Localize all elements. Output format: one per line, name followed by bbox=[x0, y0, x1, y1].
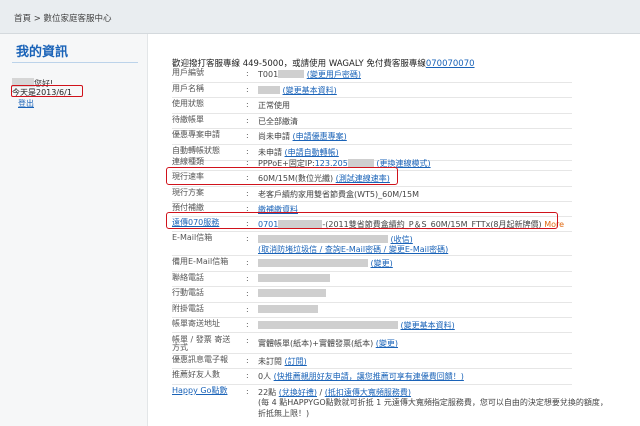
redacted-block bbox=[278, 70, 305, 78]
row-current-plan: 現行方案: 老客戶續約家用雙省節費盒(WT5)_60M/15M bbox=[172, 188, 419, 200]
row-label: 自動轉帳狀態 bbox=[172, 146, 220, 155]
row-label: 備用E-Mail信箱 bbox=[172, 257, 229, 266]
happygo-note-line1: (每 4 點HAPPYGO點數就可折抵 1 元遠傳大寬頻指定服務費，您可以自由的… bbox=[258, 398, 608, 407]
check-mail-link[interactable]: (收信) bbox=[391, 235, 413, 244]
current-plan-value: 老客戶續約家用雙省節費盒(WT5)_60M/15M bbox=[258, 190, 419, 199]
breadcrumb: 首頁 > 數位家庭客服中心 bbox=[0, 0, 640, 34]
happygo-link[interactable]: Happy Go點數 bbox=[172, 387, 234, 395]
row-label: 帳單寄送地址 bbox=[172, 319, 220, 328]
row-divider bbox=[172, 332, 572, 333]
row-label: 使用狀態 bbox=[172, 99, 204, 108]
row-backup-email: 備用E-Mail信箱: (變更) bbox=[172, 257, 393, 269]
row-label: 優惠訊息電子報 bbox=[172, 355, 228, 364]
row-mobile-phone: 行動電話: bbox=[172, 287, 572, 302]
redacted-block bbox=[258, 321, 398, 329]
row-label: 現行方案 bbox=[172, 188, 204, 197]
row-extension-phone: 附掛電話: bbox=[172, 303, 572, 318]
row-label: 聯絡電話 bbox=[172, 273, 204, 282]
redacted-block bbox=[258, 259, 368, 267]
change-address-link[interactable]: (變更基本資料) bbox=[401, 321, 455, 330]
row-referrals: 推薦好友人數: 0人 (快推薦親朋好友申請，讓您推薦可享有連優費回饋！) bbox=[172, 370, 464, 382]
row-label: 附掛電話 bbox=[172, 304, 204, 313]
row-user-name: 用戶名稱: (變更基本資料) bbox=[172, 84, 337, 96]
row-email: E-Mail信箱: (收信) (取消防堵垃圾信 / 查詢E-Mail密碼 / 變… bbox=[172, 233, 449, 255]
row-label: 推薦好友人數 bbox=[172, 370, 220, 379]
sidebar-divider bbox=[12, 62, 138, 63]
row-label: 連線種類 bbox=[172, 157, 204, 166]
redacted-block bbox=[258, 235, 388, 243]
redeem-gift-link[interactable]: (兌換好禮) bbox=[279, 388, 317, 397]
email-settings-links[interactable]: (取消防堵垃圾信 / 查詢E-Mail密碼 / 變更E-Mail密碼) bbox=[258, 245, 448, 254]
row-label: 用戶名稱 bbox=[172, 84, 204, 93]
apply-promo-link[interactable]: (申請優惠專案) bbox=[293, 132, 347, 141]
promo-status-value: 尚未申請 bbox=[258, 132, 290, 141]
logout-link[interactable]: 登出 bbox=[18, 98, 34, 109]
row-contact-phone: 聯絡電話: bbox=[172, 272, 572, 287]
row-label: 優惠專案申請 bbox=[172, 130, 220, 139]
row-label: 行動電話 bbox=[172, 288, 204, 297]
breadcrumb-text: 首頁 > 數位家庭客服中心 bbox=[14, 14, 112, 24]
usage-status-value: 正常使用 bbox=[258, 101, 290, 110]
row-label: 待繳帳單 bbox=[172, 115, 204, 124]
change-profile-link[interactable]: (變更基本資料) bbox=[283, 86, 337, 95]
redacted-block bbox=[258, 274, 330, 282]
row-label: 預付補繳 bbox=[172, 203, 204, 212]
row-happygo: Happy Go點數: 22點 (兌換好禮) / (抵扣遠傳大寬頻服務費) (每… bbox=[172, 386, 608, 419]
user-id-value: T001 bbox=[258, 70, 279, 79]
sidebar-title: 我的資訊 bbox=[16, 45, 69, 60]
newsletter-value: 未訂閱 bbox=[258, 357, 282, 366]
redacted-block bbox=[258, 86, 280, 94]
row-pending-bills: 待繳帳單: 已全部繳清 bbox=[172, 115, 298, 127]
redacted-block bbox=[258, 305, 318, 313]
row-newsletter: 優惠訊息電子報: 未訂閱 (訂閱) bbox=[172, 355, 307, 367]
row-label: E-Mail信箱 bbox=[172, 233, 213, 242]
row-usage-status: 使用狀態: 正常使用 bbox=[172, 99, 290, 111]
date-highlight-box bbox=[11, 85, 83, 97]
change-backup-email-link[interactable]: (變更) bbox=[371, 259, 393, 268]
redacted-block bbox=[258, 289, 326, 297]
row-label: 用戶編號 bbox=[172, 68, 204, 77]
happygo-note-line2: 折抵無上限！) bbox=[258, 409, 310, 418]
sidebar: 我的資訊 您好! 今天是2013/6/1 登出 bbox=[0, 34, 148, 426]
row-bill-delivery: 帳單 / 發票 寄送方式: 實體帳單(紙本)+實體發票(紙本) (變更) bbox=[172, 335, 398, 352]
row-label: 帳單 / 發票 寄送方式 bbox=[172, 335, 231, 352]
referrals-value: 0人 bbox=[258, 372, 272, 381]
070-highlight-box bbox=[166, 212, 558, 229]
bill-delivery-value: 實體帳單(紙本)+實體發票(紙本) bbox=[258, 339, 374, 348]
row-promo-application: 優惠專案申請: 尚未申請 (申請優惠專案) bbox=[172, 130, 347, 142]
redacted-block bbox=[347, 159, 374, 167]
refer-friends-link[interactable]: (快推薦親朋好友申請，讓您推薦可享有連優費回饋！) bbox=[274, 372, 464, 381]
row-billing-address: 帳單寄送地址: (變更基本資料) bbox=[172, 319, 455, 331]
offset-fee-link[interactable]: (抵扣遠傳大寬頻服務費) bbox=[325, 388, 411, 397]
happygo-points-value: 22點 bbox=[258, 388, 277, 397]
change-delivery-link[interactable]: (變更) bbox=[376, 339, 398, 348]
change-user-password-link[interactable]: (變更用戶密碼) bbox=[307, 70, 361, 79]
pending-bills-value: 已全部繳清 bbox=[258, 117, 298, 126]
speed-highlight-box bbox=[166, 167, 398, 185]
row-user-id: 用戶編號: T001 (變更用戶密碼) bbox=[172, 68, 361, 80]
subscribe-link[interactable]: (訂閱) bbox=[285, 357, 307, 366]
